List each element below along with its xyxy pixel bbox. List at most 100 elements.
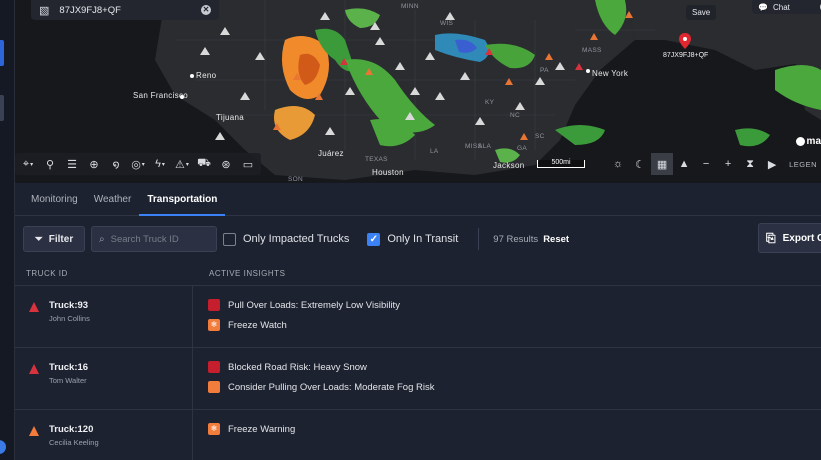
light-mode-icon[interactable]: ☼ — [607, 153, 629, 175]
checkbox-unchecked-icon[interactable] — [223, 232, 236, 246]
clear-icon[interactable]: ✕ — [201, 5, 211, 15]
chat-label: Chat — [772, 2, 790, 12]
north-arrow-icon[interactable]: ▲ — [673, 153, 695, 175]
driver-name: Cecilia Keeling — [49, 438, 99, 447]
export-icon: ⎘ — [766, 230, 776, 245]
truck-icon[interactable]: ⛟ — [193, 153, 215, 175]
insights-cell: Pull Over Loads: Extremely Low Visibilit… — [193, 286, 400, 347]
map-tool-group: ⌖ ▾ ⚲ ☰ ⊕ ໑ ◎ ▾ ϟ ▾ ⚠ ▾ ⛟ ⊛ ▭ — [15, 153, 261, 175]
export-button[interactable]: ⎘ Export C — [758, 223, 821, 253]
insight-text: Consider Pulling Over Loads: Moderate Fo… — [228, 381, 435, 393]
hurricane-icon[interactable]: ໑ — [105, 153, 127, 175]
severity-medium-icon — [29, 426, 39, 436]
truck-table: TRUCK ID ACTIVE INSIGHTS Truck:93 John C… — [15, 262, 821, 460]
mapbox-icon — [795, 137, 805, 146]
checkbox-checked-icon[interactable]: ✓ — [367, 232, 381, 246]
state-label: MINN — [401, 3, 419, 10]
left-rail-active-marker — [0, 40, 4, 66]
left-rail-marker — [0, 95, 4, 121]
table-row[interactable]: Truck:93 John Collins Pull Over Loads: E… — [15, 286, 821, 348]
legend-toggle[interactable]: LEGEN — [789, 160, 817, 169]
insight-text: Freeze Warning — [228, 423, 296, 435]
tab-weather[interactable]: Weather — [86, 194, 140, 215]
route-icon[interactable]: ⚲ — [39, 153, 61, 175]
insight-item[interactable]: ❄ Freeze Watch — [208, 319, 400, 331]
truck-id[interactable]: Truck:93 — [49, 300, 90, 311]
chat-button[interactable]: 💬 Chat ? — [752, 0, 821, 14]
severity-red-badge — [208, 299, 220, 311]
table-row[interactable]: Truck:16 Tom Walter Blocked Road Risk: H… — [15, 348, 821, 410]
reset-button[interactable]: Reset — [543, 234, 569, 245]
zoom-out-icon[interactable]: − — [695, 153, 717, 175]
truck-info: Truck:93 John Collins — [49, 300, 90, 347]
mapbox-label: ma — [806, 136, 821, 147]
truck-cell: Truck:120 Cecilia Keeling — [15, 410, 193, 460]
save-tooltip: Save — [686, 5, 717, 20]
lightning-dropdown-icon[interactable]: ϟ ▾ — [149, 153, 171, 175]
table-row[interactable]: Truck:120 Cecilia Keeling ❄ Freeze Warni… — [15, 410, 821, 460]
state-label: WIS — [440, 20, 454, 27]
only-in-transit-checkbox[interactable]: ✓ Only In Transit — [367, 232, 459, 246]
radar-dropdown-icon[interactable]: ◎ ▾ — [127, 153, 149, 175]
only-impacted-checkbox[interactable]: Only Impacted Trucks — [223, 232, 350, 246]
insight-item[interactable]: Consider Pulling Over Loads: Moderate Fo… — [208, 381, 434, 393]
insight-item[interactable]: Blocked Road Risk: Heavy Snow — [208, 361, 434, 373]
satellite-icon[interactable]: ▦ — [651, 153, 674, 175]
search-truck-field[interactable]: ⌕ — [91, 226, 217, 252]
video-icon[interactable]: ▶ — [761, 153, 783, 175]
tab-transportation[interactable]: Transportation — [139, 194, 226, 216]
truck-cell: Truck:93 John Collins — [15, 286, 193, 347]
export-label: Export C — [782, 232, 821, 244]
city-label-new-york: New York — [592, 69, 629, 78]
divider — [478, 228, 480, 250]
location-pin-dropdown-icon[interactable]: ⌖ ▾ — [17, 153, 39, 175]
only-in-transit-label: Only In Transit — [387, 233, 459, 245]
ruler-icon[interactable]: ▭ — [237, 153, 259, 175]
alert-dropdown-icon[interactable]: ⚠ ▾ — [171, 153, 193, 175]
only-impacted-label: Only Impacted Trucks — [243, 233, 350, 245]
layers-icon[interactable]: ⧗ — [739, 153, 761, 175]
insight-text: Blocked Road Risk: Heavy Snow — [228, 361, 367, 373]
column-header-truck-id[interactable]: TRUCK ID — [15, 269, 193, 278]
compass-icon[interactable]: ⊕ — [83, 153, 105, 175]
city-dot — [586, 69, 590, 73]
city-dot — [190, 74, 194, 78]
insight-item[interactable]: ❄ Freeze Warning — [208, 423, 295, 435]
location-search-value[interactable]: 87JX9FJ8+QF — [59, 5, 191, 16]
map-grid-icon[interactable]: ▧ — [39, 4, 49, 17]
sliders-icon[interactable]: ☰ — [61, 153, 83, 175]
state-label: KY — [485, 99, 495, 106]
truck-cell: Truck:16 Tom Walter — [15, 348, 193, 409]
column-header-active-insights[interactable]: ACTIVE INSIGHTS — [193, 269, 285, 278]
filter-bar: ⏷ Filter ⌕ Only Impacted Trucks ✓ Only I… — [15, 216, 821, 262]
funnel-icon: ⏷ — [34, 233, 43, 245]
truck-id[interactable]: Truck:120 — [49, 424, 99, 435]
dark-mode-icon[interactable]: ☾ — [629, 153, 651, 175]
state-label: SC — [535, 133, 545, 140]
map-toolbar: ⌖ ▾ ⚲ ☰ ⊕ ໑ ◎ ▾ ϟ ▾ ⚠ ▾ ⛟ ⊛ ▭ ☼ ☾ ▦ ▲ − + ⧗ … — [15, 152, 821, 176]
state-label: GA — [517, 145, 527, 152]
insight-item[interactable]: Pull Over Loads: Extremely Low Visibilit… — [208, 299, 400, 311]
snowflake-icon: ❄ — [208, 319, 220, 331]
truck-info: Truck:120 Cecilia Keeling — [49, 424, 99, 460]
truck-id[interactable]: Truck:16 — [49, 362, 88, 373]
results-count: 97 Results — [493, 233, 539, 245]
state-label: SON — [288, 176, 303, 183]
insights-cell: Blocked Road Risk: Heavy Snow Consider P… — [193, 348, 434, 409]
driver-name: Tom Walter — [49, 376, 87, 385]
table-header: TRUCK ID ACTIVE INSIGHTS — [15, 262, 821, 286]
map-view-group: ☼ ☾ ▦ ▲ − + ⧗ ▶ LEGEN — [605, 153, 819, 175]
severity-high-icon — [29, 364, 39, 374]
pin-label: 87JX9FJ8+QF — [663, 52, 709, 59]
panel-tabs: Monitoring Weather Transportation — [15, 183, 821, 216]
left-rail-tab-handle[interactable] — [0, 440, 6, 454]
driver-name: John Collins — [49, 314, 90, 323]
tab-monitoring[interactable]: Monitoring — [23, 194, 86, 215]
add-location-icon[interactable]: ⊛ — [215, 153, 237, 175]
insight-text: Freeze Watch — [228, 319, 287, 331]
search-input[interactable] — [110, 233, 207, 245]
filter-button[interactable]: ⏷ Filter — [23, 226, 85, 252]
zoom-in-icon[interactable]: + — [717, 153, 739, 175]
location-search-box[interactable]: ▧ 87JX9FJ8+QF ✕ — [31, 0, 219, 20]
mapbox-logo: ma — [795, 136, 821, 147]
